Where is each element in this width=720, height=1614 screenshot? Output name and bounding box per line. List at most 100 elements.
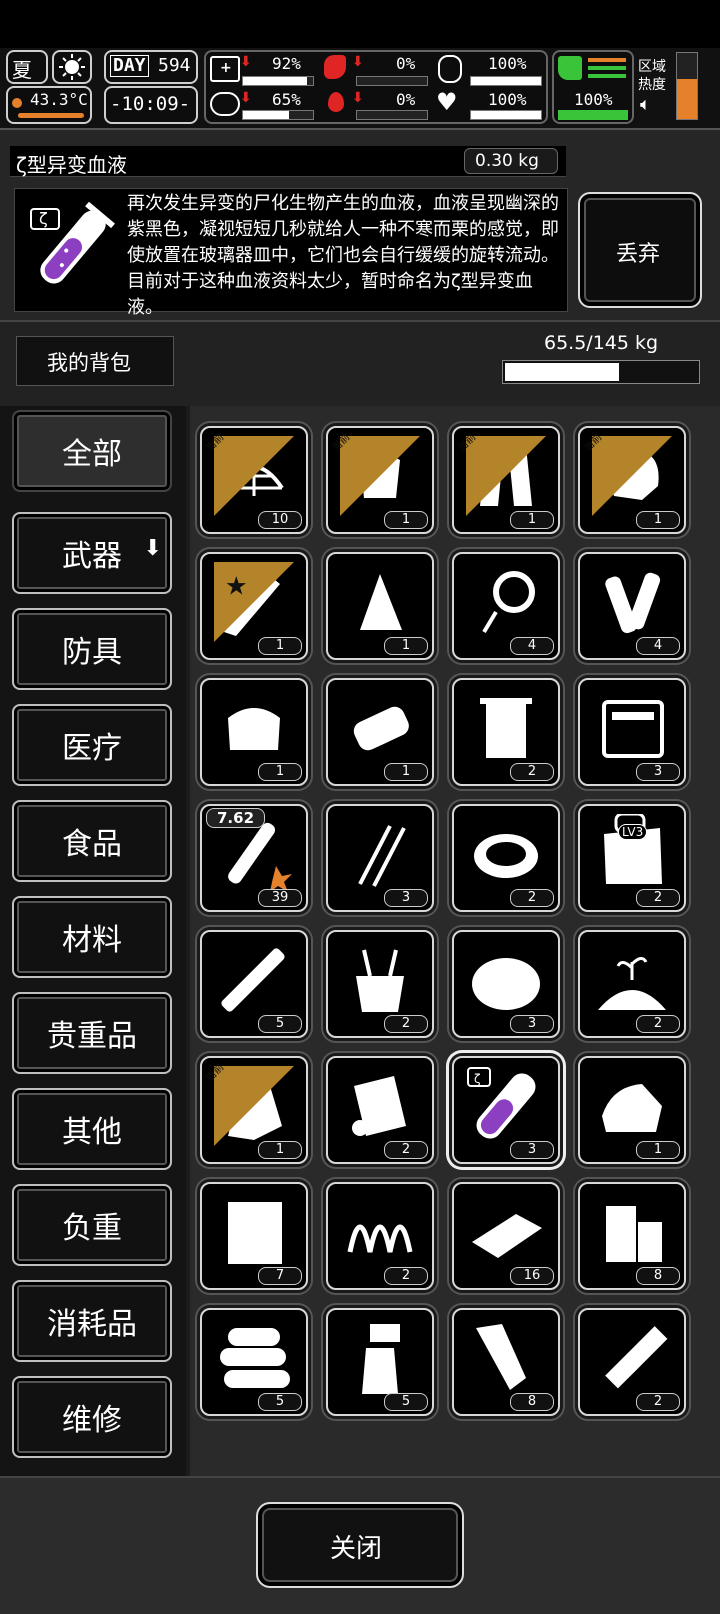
inventory-slot-bone-pipes[interactable]: 4 — [578, 552, 686, 660]
inventory-slot-cigarette[interactable]: 5 — [200, 930, 308, 1038]
category-tab-6[interactable]: 贵重品 — [12, 992, 172, 1074]
region-heat-panel: 区域 热度 🔈︎ — [636, 52, 676, 120]
inventory-slot-paper-roll[interactable]: 2 — [326, 1056, 434, 1164]
inventory-slot-tweezers[interactable]: 3 — [326, 804, 434, 912]
inventory-slot-mask[interactable]: 当前 1 — [578, 426, 686, 534]
inventory-slot-cloth-scrap[interactable]: 1 — [326, 552, 434, 660]
inventory-slot-gloves[interactable]: 当前 1 — [326, 426, 434, 534]
scrap-metal-icon — [476, 1324, 526, 1390]
category-tab-2[interactable]: 防具 — [12, 608, 172, 690]
item-count: 4 — [510, 637, 554, 655]
item-count: 1 — [258, 1141, 302, 1159]
item-count: 3 — [510, 1015, 554, 1033]
inventory-slot-spray-bottle[interactable]: 5 — [326, 1308, 434, 1416]
category-sidebar: 全部武器 ⬇ 防具医疗食品材料贵重品其他负重消耗品维修 — [0, 406, 186, 1476]
stamina-bar — [242, 110, 314, 120]
inventory-slot-raincoat[interactable]: 当前 1 — [452, 426, 560, 534]
paper-roll-icon — [352, 1076, 406, 1136]
close-button[interactable]: 关闭 — [256, 1502, 464, 1588]
clock-display: -10:09- — [104, 86, 198, 124]
rope-icon — [482, 571, 535, 634]
item-count: 2 — [384, 1267, 428, 1285]
item-count: 3 — [384, 889, 428, 907]
thirst-bar — [356, 110, 428, 120]
item-count: 1 — [384, 763, 428, 781]
item-count: 2 — [384, 1015, 428, 1033]
backpack-weight: 65.5/145 kg — [544, 332, 659, 354]
item-count: 8 — [636, 1267, 680, 1285]
temperature-bar — [18, 113, 84, 118]
category-label: 贵重品 — [47, 1019, 137, 1054]
hunger-bar — [356, 76, 428, 86]
category-tab-1[interactable]: 武器 ⬇ — [12, 512, 172, 594]
item-count: 5 — [258, 1393, 302, 1411]
region-label-2: 热度 — [638, 77, 666, 93]
inventory-slot-bullet-762[interactable]: 7.62 39 — [200, 804, 308, 912]
health-down-arrow-icon: ⬇ — [240, 54, 252, 70]
inventory-slot-wood-blocks[interactable]: 8 — [578, 1182, 686, 1290]
tool-bag-icon — [356, 949, 404, 1012]
category-tab-10[interactable]: 维修 — [12, 1376, 172, 1458]
inventory-slot-towel[interactable]: 2 — [452, 678, 560, 786]
inventory-slot-cardboard[interactable]: 7 — [200, 1182, 308, 1290]
item-count: 1 — [636, 511, 680, 529]
category-tab-3[interactable]: 医疗 — [12, 704, 172, 786]
sun-icon — [52, 50, 92, 84]
item-count: 1 — [636, 1141, 680, 1159]
category-label: 负重 — [62, 1211, 122, 1246]
health-bar — [242, 76, 314, 86]
category-label: 食品 — [62, 827, 122, 862]
clock-value: -10:09- — [110, 93, 191, 115]
inventory-slot-map-lv3[interactable]: LV3 2 — [578, 804, 686, 912]
category-tab-5[interactable]: 材料 — [12, 896, 172, 978]
inventory-slot-spring[interactable]: 2 — [326, 1182, 434, 1290]
item-description: 再次发生异变的尸化生物产生的血液，血液呈现幽深的紫黑色，凝视短短几秒就给人一种不… — [127, 193, 559, 318]
category-tab-9[interactable]: 消耗品 — [12, 1280, 172, 1362]
speaker-icon[interactable]: 🔈︎ — [640, 94, 651, 115]
inventory-slot-toolbox[interactable]: 3 — [578, 678, 686, 786]
water-drop-icon — [328, 92, 344, 112]
health-value: 92% — [272, 54, 301, 73]
item-description-box: ζ 再次发生异变的尸化生物产生的血液，血液呈现幽深的紫黑色，凝视短短几秒就给人一… — [14, 188, 568, 318]
category-tab-8[interactable]: 负重 — [12, 1184, 172, 1266]
item-count: 2 — [636, 1015, 680, 1033]
item-grid: 当前 10 当前 1 当前 1 当前 1 ★ 1 1 4 4 1 1 2 3 7.62 39 3 2 LV3 2 5 2 3 2 当前… — [190, 406, 720, 1476]
backpack-weight-bar — [502, 360, 700, 384]
item-name: ζ型异变血液 — [16, 153, 127, 177]
brain-icon — [210, 92, 240, 116]
inventory-slot-engine-part[interactable]: 当前 1 — [200, 1056, 308, 1164]
inventory-slot-wood-debris[interactable]: 2 — [578, 1308, 686, 1416]
inventory-slot-logs[interactable]: 5 — [200, 1308, 308, 1416]
category-tab-0[interactable]: 全部 — [12, 410, 172, 492]
category-tab-4[interactable]: 食品 — [12, 800, 172, 882]
inventory-slot-tool-bag[interactable]: 2 — [326, 930, 434, 1038]
item-count: 39 — [258, 889, 302, 907]
inventory-slot-rope[interactable]: 4 — [452, 552, 560, 660]
inventory-slot-cloth-roll[interactable]: 1 — [578, 1056, 686, 1164]
inventory-slot-scrap-metal[interactable]: 8 — [452, 1308, 560, 1416]
item-count: 2 — [636, 1393, 680, 1411]
category-label: 全部 — [62, 437, 122, 472]
soil-sprout-icon — [598, 957, 666, 1010]
category-tab-7[interactable]: 其他 — [12, 1088, 172, 1170]
temperature-display: 43.3°C — [6, 86, 92, 124]
item-count: 4 — [636, 637, 680, 655]
heat-meter — [676, 52, 698, 120]
season-indicator: 夏 — [6, 50, 48, 84]
inventory-slot-wood-plank[interactable]: 16 — [452, 1182, 560, 1290]
inventory-slot-oil-pan[interactable]: 2 — [452, 804, 560, 912]
inventory-slot-mutant-blood-vial[interactable]: ζ3 — [452, 1056, 560, 1164]
inventory-slot-fiber-pile[interactable]: 3 — [452, 930, 560, 1038]
inventory-slot-combat-knife[interactable]: ★ 1 — [200, 552, 308, 660]
backpack-title: 我的背包 — [47, 351, 131, 375]
inventory-slot-bread[interactable]: 1 — [200, 678, 308, 786]
inventory-slot-canned-food[interactable]: 1 — [326, 678, 434, 786]
category-label: 医疗 — [62, 731, 122, 766]
inventory-slot-mesh-net[interactable]: 当前 10 — [200, 426, 308, 534]
category-label: 消耗品 — [47, 1307, 137, 1342]
discard-button[interactable]: 丢弃 — [578, 192, 702, 308]
cloth-roll-icon — [602, 1084, 662, 1132]
inventory-slot-soil-sprout[interactable]: 2 — [578, 930, 686, 1038]
item-weight: 0.30 kg — [475, 151, 539, 171]
close-label: 关闭 — [330, 1534, 383, 1564]
